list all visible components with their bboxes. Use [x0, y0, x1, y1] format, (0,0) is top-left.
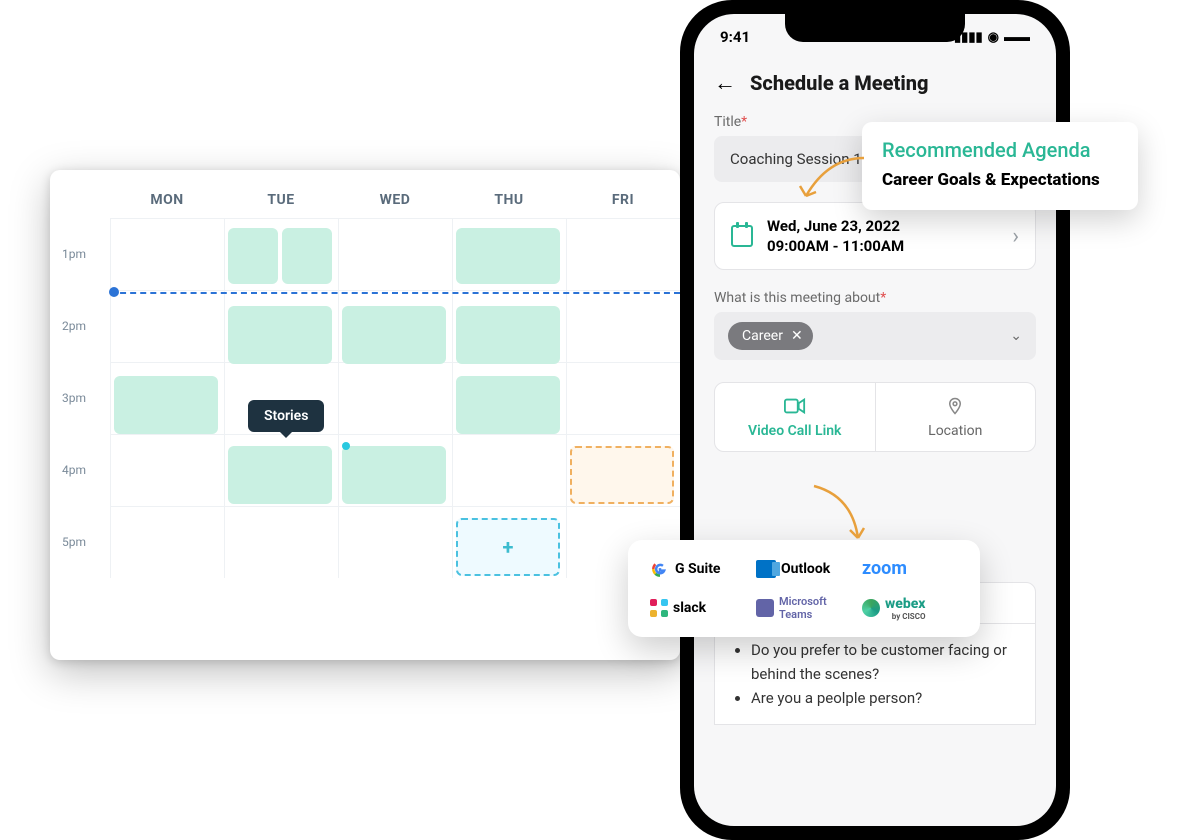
- phone-notch: [785, 14, 965, 42]
- video-call-label: Video Call Link: [715, 423, 875, 439]
- day-thu: THU: [452, 192, 566, 208]
- calendar-add-slot[interactable]: +: [456, 518, 560, 576]
- screen-header: ← Schedule a Meeting: [714, 60, 1036, 114]
- calendar-cell[interactable]: [338, 362, 452, 434]
- note-item: Do you prefer to be customer facing or b…: [751, 638, 1017, 686]
- topic-select[interactable]: Career ✕ ⌄: [714, 312, 1036, 360]
- location-option[interactable]: Location: [876, 383, 1036, 451]
- page-title: Schedule a Meeting: [750, 71, 928, 95]
- chip-label: Career: [742, 328, 783, 344]
- location-label: Location: [876, 423, 1036, 439]
- chip-remove-icon[interactable]: ✕: [791, 328, 803, 344]
- time-1pm: 1pm: [50, 218, 110, 290]
- meeting-time: 09:00AM - 11:00AM: [767, 237, 998, 255]
- calendar-cell[interactable]: [338, 218, 452, 290]
- now-indicator-dot: [109, 287, 119, 297]
- calendar-event[interactable]: [456, 376, 560, 434]
- webex-icon: [862, 599, 880, 617]
- day-wed: WED: [338, 192, 452, 208]
- calendar-event[interactable]: [342, 306, 446, 364]
- time-4pm: 4pm: [50, 434, 110, 506]
- calendar-event[interactable]: [228, 228, 278, 284]
- integration-webex[interactable]: webex by CISCO: [862, 596, 958, 621]
- gsuite-icon: [650, 559, 670, 579]
- calendar-cell[interactable]: [110, 506, 224, 578]
- topic-chip[interactable]: Career ✕: [728, 322, 813, 350]
- integrations-popover: G Suite Outlook zoom slack Microsoft Tea…: [628, 540, 980, 637]
- calendar-cell[interactable]: [566, 290, 680, 362]
- recommended-body: Career Goals & Expectations: [882, 170, 1118, 190]
- integration-gsuite[interactable]: G Suite: [650, 559, 746, 579]
- recommended-agenda-card: Recommended Agenda Career Goals & Expect…: [862, 122, 1138, 210]
- time-5pm: 5pm: [50, 506, 110, 578]
- calendar-event[interactable]: [342, 446, 446, 504]
- back-button[interactable]: ←: [714, 70, 736, 96]
- day-mon: MON: [110, 192, 224, 208]
- calendar-slot-pending[interactable]: [570, 446, 674, 504]
- wifi-icon: ◉: [988, 30, 999, 45]
- video-icon: [784, 397, 806, 415]
- plus-icon: +: [503, 535, 514, 559]
- integration-slack[interactable]: slack: [650, 599, 746, 617]
- calendar-event[interactable]: [114, 376, 218, 434]
- battery-icon: ▬▬: [1004, 29, 1030, 45]
- time-3pm: 3pm: [50, 362, 110, 434]
- calendar-cell[interactable]: [338, 506, 452, 578]
- teams-icon: [756, 599, 774, 617]
- day-fri: FRI: [566, 192, 680, 208]
- location-icon: [944, 397, 966, 415]
- zoom-icon: zoom: [862, 558, 907, 579]
- calendar-cell[interactable]: [110, 218, 224, 290]
- chevron-right-icon: ›: [1012, 224, 1019, 249]
- slack-icon: [650, 599, 668, 617]
- day-tue: TUE: [224, 192, 338, 208]
- calendar-panel: MON TUE WED THU FRI 1pm 2pm 3pm 4pm: [50, 170, 680, 660]
- meeting-type-toggle: Video Call Link Location: [714, 382, 1036, 452]
- status-time: 9:41: [720, 28, 750, 46]
- recommended-heading: Recommended Agenda: [882, 138, 1118, 162]
- calendar-event[interactable]: [456, 228, 560, 284]
- video-call-option[interactable]: Video Call Link: [715, 383, 876, 451]
- status-icons: ▮▮▮▮ ◉ ▬▬: [954, 29, 1030, 45]
- now-indicator-line: [110, 292, 680, 294]
- meeting-date: Wed, June 23, 2022: [767, 217, 998, 235]
- calendar-cell[interactable]: [566, 362, 680, 434]
- calendar-event[interactable]: [282, 228, 332, 284]
- integration-outlook[interactable]: Outlook: [756, 560, 852, 578]
- integration-zoom[interactable]: zoom: [862, 558, 958, 579]
- calendar-event[interactable]: [228, 446, 332, 504]
- event-tooltip: Stories: [248, 400, 324, 432]
- calendar-cell[interactable]: [224, 506, 338, 578]
- calendar-cell[interactable]: [110, 434, 224, 506]
- notes-editor[interactable]: Do you prefer to be customer facing or b…: [714, 624, 1036, 725]
- calendar-cell[interactable]: [452, 434, 566, 506]
- calendar-grid: 1pm 2pm 3pm 4pm 5pm: [50, 218, 680, 578]
- about-label: What is this meeting about*: [714, 290, 1036, 306]
- chevron-down-icon: ⌄: [1010, 328, 1022, 344]
- datetime-picker[interactable]: Wed, June 23, 2022 09:00AM - 11:00AM ›: [714, 202, 1036, 270]
- outlook-icon: [756, 560, 776, 578]
- calendar-cell[interactable]: [110, 290, 224, 362]
- note-item: Are you a peolple person?: [751, 686, 1017, 710]
- calendar-cell[interactable]: [566, 218, 680, 290]
- calendar-event[interactable]: [228, 306, 332, 364]
- time-2pm: 2pm: [50, 290, 110, 362]
- calendar-header: MON TUE WED THU FRI: [50, 170, 680, 218]
- calendar-event[interactable]: [456, 306, 560, 364]
- event-marker-icon: [342, 442, 350, 450]
- integration-teams[interactable]: Microsoft Teams: [756, 595, 852, 621]
- calendar-icon: [731, 225, 753, 247]
